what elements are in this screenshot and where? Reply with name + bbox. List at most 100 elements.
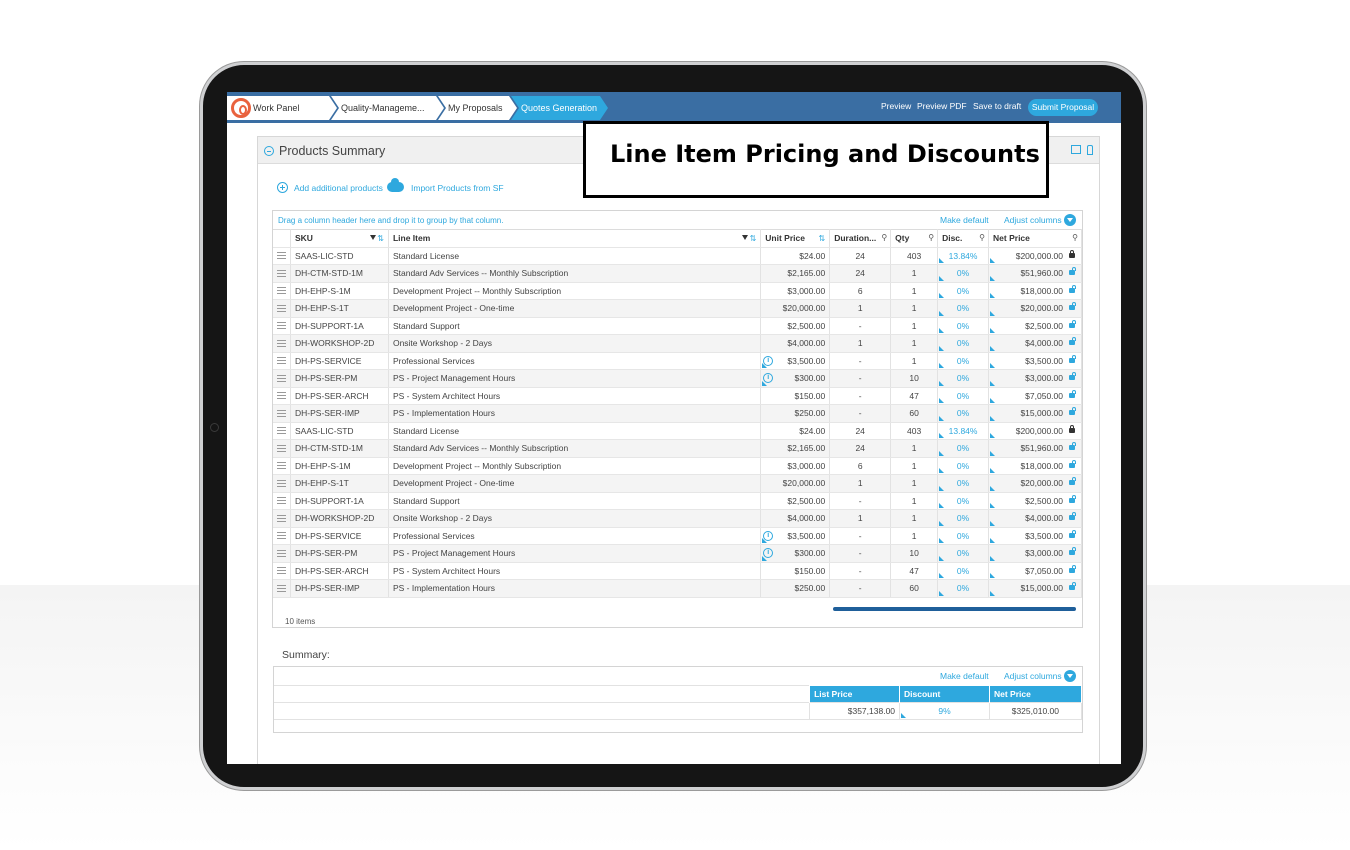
table-row[interactable]: DH-WORKSHOP-2D Onsite Workshop - 2 Days $4… [273,509,1082,528]
plus-icon[interactable] [277,182,288,193]
pin-icon[interactable] [1087,145,1093,155]
table-row[interactable]: DH-PS-SER-IMP PS - Implementation Hours $2… [273,579,1082,598]
add-products-link[interactable]: Add additional products [294,183,383,193]
drag-handle-icon[interactable] [277,514,286,522]
info-icon[interactable]: i [763,530,774,541]
unlock-icon[interactable] [1069,477,1076,485]
horizontal-scrollbar[interactable] [833,607,1076,611]
summary-make-default-link[interactable]: Make default [940,671,989,681]
drag-handle-icon[interactable] [277,374,286,382]
drag-handle-icon[interactable] [277,479,286,487]
drag-handle-icon[interactable] [277,392,286,400]
unlock-icon[interactable] [1069,564,1076,573]
unlock-icon[interactable] [1069,372,1076,380]
drag-handle-icon[interactable] [277,567,286,575]
breadcrumb-quality[interactable]: Quality-Manageme... [331,96,444,120]
info-icon[interactable]: i [763,373,774,383]
pin-icon[interactable]: ⚲ [979,233,985,242]
unlock-icon[interactable] [1069,582,1076,590]
discount-cell[interactable]: 0% [937,317,990,335]
unlock-icon[interactable] [1069,354,1076,363]
column-header-unit-price[interactable]: Unit Price ⇅ [760,229,831,248]
discount-cell[interactable]: 0% [937,369,990,388]
drag-handle-icon[interactable] [277,462,286,470]
unlock-icon[interactable] [1069,407,1076,415]
table-row[interactable]: DH-SUPPORT-1A Standard Support $2,500.00 - 1… [273,317,1082,335]
drag-handle-icon[interactable] [277,269,286,277]
column-header-duration[interactable]: Duration... ⚲ [829,229,892,248]
table-row[interactable]: DH-EHP-S-1M Development Project -- Monthl… [273,457,1082,475]
table-row[interactable]: DH-PS-SERVICE Professional Services $3,500… [273,352,1082,370]
table-row[interactable]: SAAS-LIC-STD Standard License $24.00 24 403 1… [273,247,1082,265]
column-header-line-item[interactable]: Line Item ⇅ [388,229,762,248]
breadcrumb-my-proposals[interactable]: My Proposals [438,96,517,120]
discount-cell[interactable]: 0% [937,527,990,545]
discount-cell[interactable]: 0% [937,299,990,318]
table-row[interactable]: DH-PS-SER-ARCH PS - System Architect Hour… [273,562,1082,580]
summary-header-net-price[interactable]: Net Price [989,685,1083,703]
adjust-columns-link[interactable]: Adjust columns [1004,215,1062,225]
discount-cell[interactable]: 0% [937,492,990,510]
filter-icon[interactable] [369,235,376,240]
discount-cell[interactable]: 0% [937,282,990,300]
submit-proposal-button[interactable]: Submit Proposal [1028,99,1098,116]
drag-handle-icon[interactable] [277,339,286,347]
discount-cell[interactable]: 0% [937,562,990,580]
unlock-icon[interactable] [1069,529,1076,538]
table-row[interactable]: DH-PS-SER-PM PS - Project Management Hour… [273,369,1082,388]
sort-icon[interactable]: ⇅ [750,234,757,243]
table-row[interactable]: DH-WORKSHOP-2D Onsite Workshop - 2 Days $4… [273,334,1082,353]
unlock-icon[interactable] [1069,512,1076,520]
discount-cell[interactable]: 0% [937,579,990,598]
maximize-icon[interactable] [1071,145,1081,154]
discount-cell[interactable]: 0% [937,404,990,423]
column-header-qty[interactable]: Qty ⚲ [890,229,939,248]
preview-link[interactable]: Preview [881,101,911,111]
table-row[interactable]: DH-EHP-S-1T Development Project - One-tim… [273,474,1082,493]
discount-cell[interactable]: 13.84% [937,247,990,265]
discount-cell[interactable]: 0% [937,334,990,353]
table-row[interactable]: DH-CTM-STD-1M Standard Adv Services -- Mo… [273,439,1082,458]
discount-cell[interactable]: 0% [937,387,990,405]
breadcrumb-quotes-generation[interactable]: Quotes Generation [511,96,608,120]
table-row[interactable]: DH-SUPPORT-1A Standard Support $2,500.00 - 1… [273,492,1082,510]
sort-icon[interactable]: ⇅ [377,234,384,243]
info-icon[interactable]: i [763,355,774,366]
unlock-icon[interactable] [1069,494,1076,503]
drag-handle-icon[interactable] [277,409,286,417]
summary-header-discount[interactable]: Discount [899,685,990,703]
drag-handle-icon[interactable] [277,322,286,330]
table-row[interactable]: DH-PS-SER-ARCH PS - System Architect Hour… [273,387,1082,405]
unlock-icon[interactable] [1069,267,1076,275]
drag-handle-icon[interactable] [277,287,286,295]
drag-handle-icon[interactable] [277,304,286,312]
drag-handle-icon[interactable] [277,444,286,452]
column-header-sku[interactable]: SKU ⇅ [290,229,389,248]
summary-discount[interactable]: 9% [899,702,990,720]
chevron-down-icon[interactable] [1064,214,1076,226]
make-default-link[interactable]: Make default [940,215,989,225]
unlock-icon[interactable] [1069,302,1076,310]
cloud-icon[interactable] [387,178,404,192]
unlock-icon[interactable] [1069,442,1076,450]
chevron-down-icon[interactable] [1064,670,1076,682]
drag-handle-icon[interactable] [277,532,286,540]
lock-icon[interactable] [1069,424,1075,433]
table-row[interactable]: DH-CTM-STD-1M Standard Adv Services -- Mo… [273,264,1082,283]
pin-icon[interactable]: ⚲ [928,233,934,242]
filter-icon[interactable] [742,235,749,240]
table-row[interactable]: SAAS-LIC-STD Standard License $24.00 24 403 1… [273,422,1082,440]
import-products-link[interactable]: Import Products from SF [411,183,504,193]
discount-cell[interactable]: 13.84% [937,422,990,440]
summary-header-list-price[interactable]: List Price [809,685,901,703]
discount-cell[interactable]: 0% [937,474,990,493]
discount-cell[interactable]: 0% [937,544,990,563]
drag-handle-icon[interactable] [277,497,286,505]
discount-cell[interactable]: 0% [937,352,990,370]
discount-cell[interactable]: 0% [937,457,990,475]
group-drop-zone[interactable]: Drag a column header here and drop it to… [273,211,1082,229]
drag-handle-icon[interactable] [277,252,286,260]
collapse-icon[interactable] [264,146,274,156]
info-icon[interactable]: i [763,548,774,558]
table-row[interactable]: DH-PS-SERVICE Professional Services $3,500… [273,527,1082,545]
